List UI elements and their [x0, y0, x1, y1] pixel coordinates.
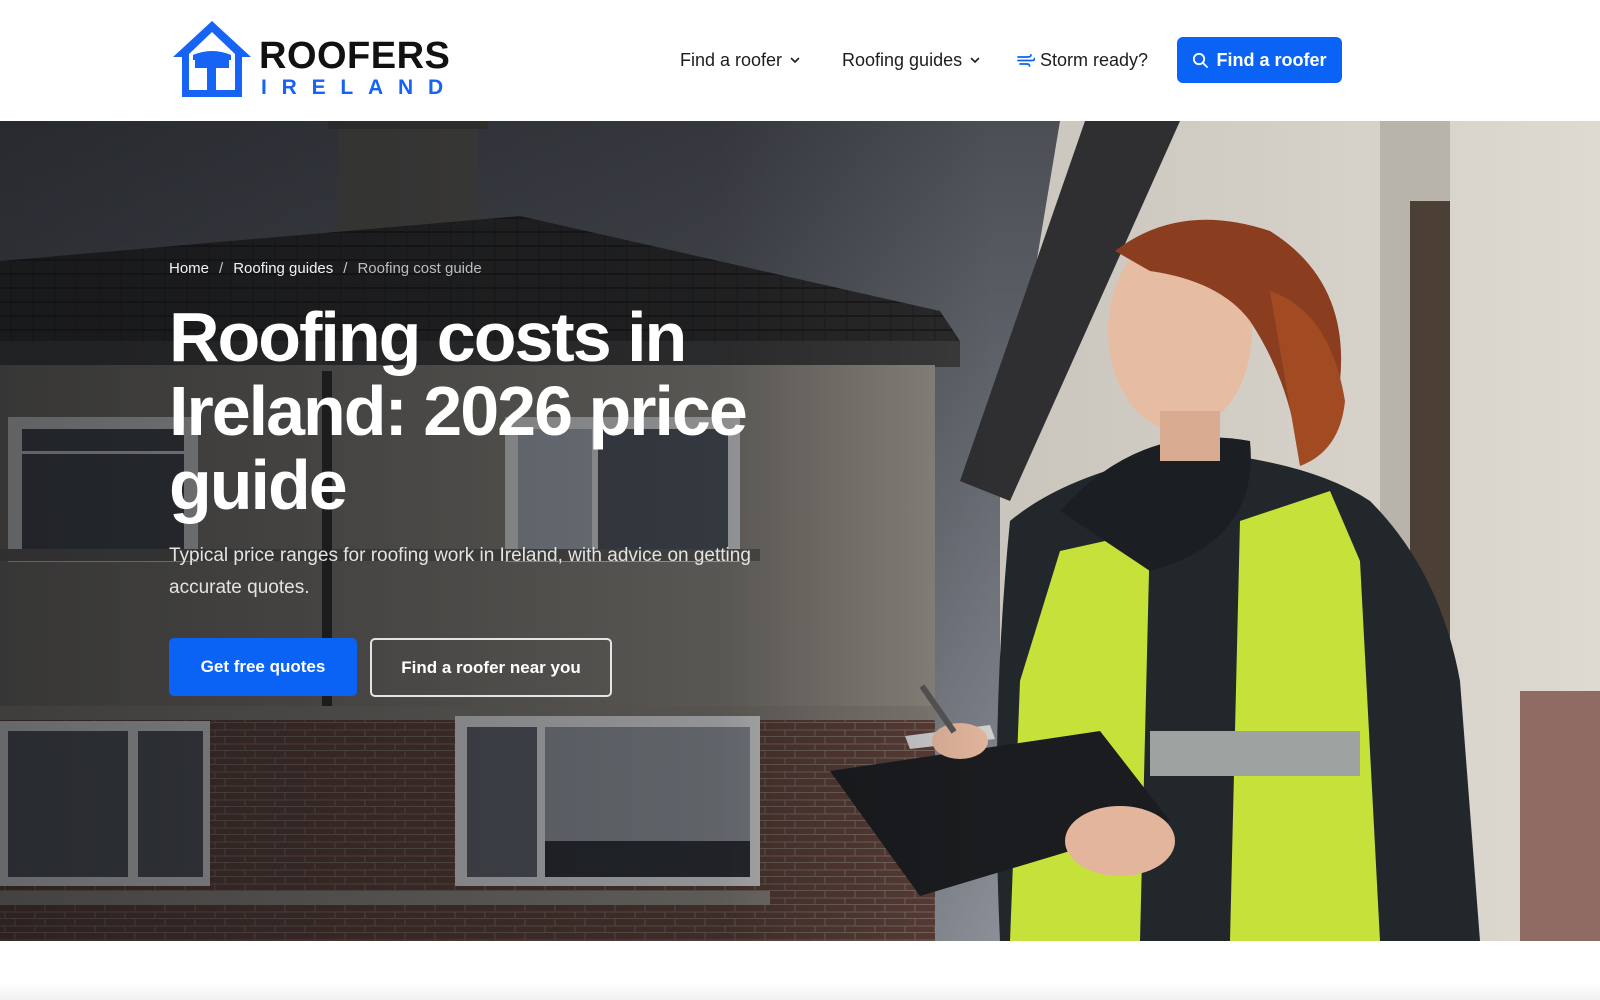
search-icon [1193, 52, 1209, 68]
find-roofer-near-you-button[interactable]: Find a roofer near you [370, 638, 612, 697]
chevron-down-icon [790, 57, 800, 64]
get-free-quotes-label: Get free quotes [200, 657, 326, 676]
page-subtitle: Typical price ranges for roofing work in… [169, 545, 751, 598]
breadcrumb-current: Roofing cost guide [357, 259, 482, 277]
nav-find-roofer-label: Find a roofer [680, 49, 783, 70]
site-logo[interactable]: ROOFERS IRELAND [171, 17, 451, 103]
nav-roofing-guides-label: Roofing guides [842, 49, 963, 70]
house-hammer-icon [173, 21, 251, 97]
breadcrumb-separator: / [219, 259, 224, 277]
breadcrumb-roofing-guides[interactable]: Roofing guides [233, 260, 333, 277]
wind-icon [1017, 53, 1035, 67]
nav-roofing-guides[interactable]: Roofing guides [842, 37, 981, 83]
chevron-down-icon [970, 57, 980, 64]
breadcrumb-separator: / [343, 259, 348, 277]
find-roofer-button[interactable]: Find a roofer [1177, 37, 1342, 83]
find-roofer-button-label: Find a roofer [1216, 49, 1327, 70]
nav-storm-ready[interactable]: Storm ready? [1017, 37, 1148, 83]
content-start-strip [0, 941, 1600, 1000]
breadcrumb: Home / Roofing guides / Roofing cost gui… [169, 258, 482, 278]
logo-subword: IRELAND [261, 76, 458, 99]
hero-overlay [0, 121, 1600, 941]
get-free-quotes-button[interactable]: Get free quotes [169, 638, 357, 696]
hero-section: Home / Roofing guides / Roofing cost gui… [0, 121, 1600, 941]
breadcrumb-home[interactable]: Home [169, 260, 209, 277]
logo-wordmark: ROOFERS [259, 35, 451, 77]
nav-find-roofer[interactable]: Find a roofer [680, 37, 801, 83]
page-title: Roofing costs in Ireland: 2026 price gui… [169, 298, 748, 524]
site-header: ROOFERS IRELAND Find a roofer Roofing gu… [0, 0, 1600, 121]
nav-storm-ready-label: Storm ready? [1040, 49, 1149, 70]
find-roofer-near-you-label: Find a roofer near you [401, 657, 581, 677]
